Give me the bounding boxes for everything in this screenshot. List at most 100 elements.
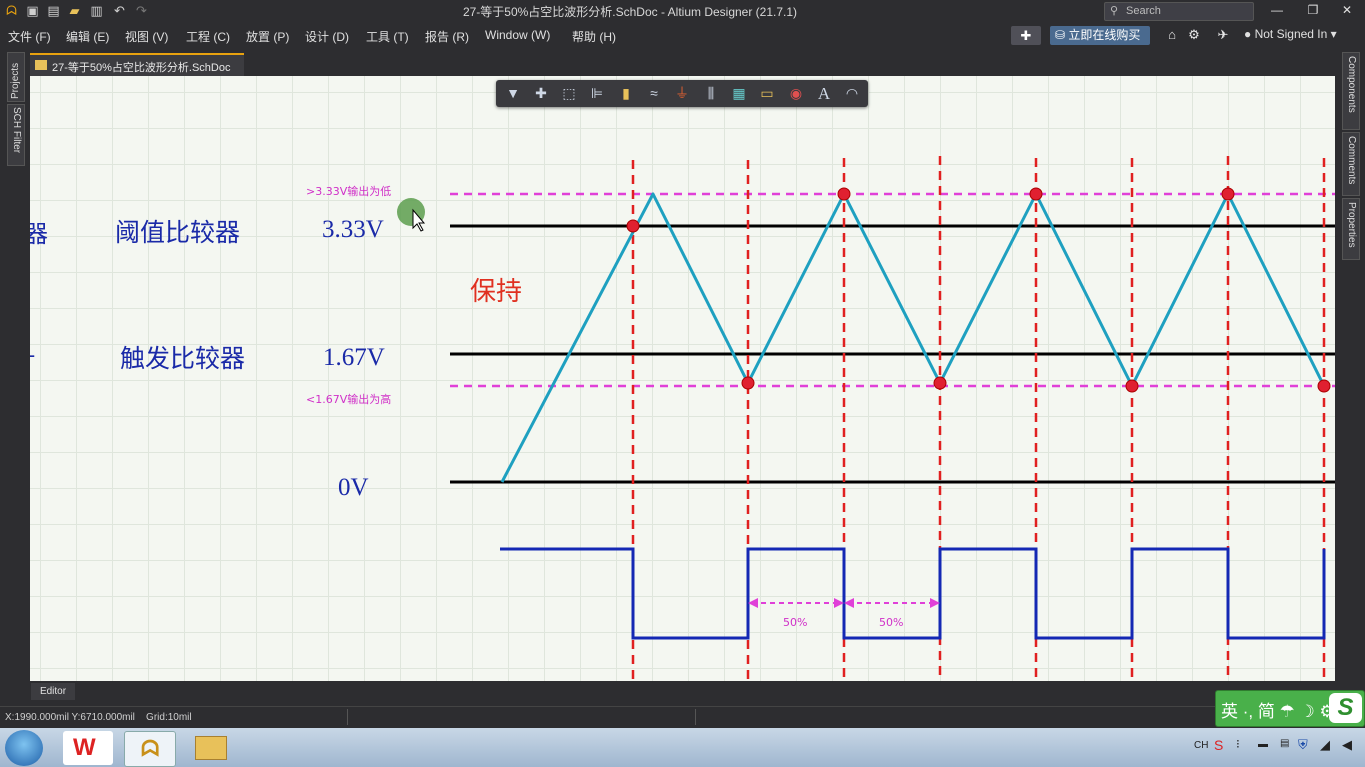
- intersection-marker: [1125, 379, 1139, 393]
- net-label-icon[interactable]: ▭: [757, 84, 777, 103]
- menu-file[interactable]: 文件 (F): [8, 28, 51, 45]
- notifications-icon[interactable]: ✈: [1215, 27, 1231, 43]
- buy-online-label: 立即在线购买: [1068, 28, 1141, 42]
- menu-bar: 文件 (F) 编辑 (E) 视图 (V) 工程 (C) 放置 (P) 设计 (D…: [0, 22, 1365, 48]
- wire-icon[interactable]: ≈: [644, 84, 664, 103]
- menu-tools[interactable]: 工具 (T): [366, 28, 409, 45]
- intersection-marker: [1029, 187, 1043, 201]
- ime-tray-icon[interactable]: ⁝: [1236, 737, 1240, 751]
- duty-cycle-label: 50%: [879, 616, 903, 629]
- maximize-button[interactable]: ❐: [1300, 2, 1326, 19]
- voltage-label-low: 1.67V: [323, 344, 385, 371]
- sogou-tray-icon[interactable]: S: [1214, 737, 1223, 753]
- altium-taskbar-icon[interactable]: ᗣ: [124, 731, 176, 767]
- status-separator: [347, 709, 348, 725]
- message-button[interactable]: ✚: [1011, 26, 1041, 45]
- menu-window[interactable]: Window (W): [485, 28, 550, 42]
- shield-icon[interactable]: ⛨: [1298, 737, 1308, 753]
- threshold-comparator-label: 阈值比较器: [115, 218, 240, 247]
- intersection-marker: [933, 376, 947, 390]
- user-label: Not Signed In: [1254, 27, 1328, 41]
- output-square-waveform: [500, 547, 1326, 640]
- menu-design[interactable]: 设计 (D): [305, 28, 349, 45]
- schematic-file-icon: [35, 60, 47, 70]
- align-icon[interactable]: ⊫: [587, 84, 607, 103]
- hold-label: 保持: [470, 277, 522, 307]
- close-button[interactable]: ✕: [1334, 2, 1360, 19]
- cut-off-label: 器: [30, 220, 48, 248]
- explorer-taskbar-icon[interactable]: [185, 731, 235, 765]
- window-title: 27-等于50%占空比波形分析.SchDoc - Altium Designer…: [462, 5, 798, 19]
- gear-icon[interactable]: ⚙: [1186, 27, 1202, 43]
- system-tray: CH S ⁝ ▬ ▤ ⛨ ◢ ◀: [1180, 728, 1365, 767]
- keyboard-icon[interactable]: ▬: [1258, 739, 1268, 750]
- input-method-bar[interactable]: 英 ·, 简 ☂ ☽ ⚙ S: [1215, 690, 1365, 727]
- move-icon[interactable]: ✚: [531, 84, 551, 103]
- intersection-marker: [626, 219, 640, 233]
- cursor-coordinates: X:1990.000mil Y:6710.000mil: [5, 712, 135, 723]
- panel-tab-label: Comments: [1346, 136, 1357, 185]
- buy-online-button[interactable]: ⛁ 立即在线购买: [1050, 26, 1150, 45]
- minimize-button[interactable]: —: [1264, 2, 1290, 19]
- transition-markers: [631, 156, 1326, 681]
- search-input[interactable]: ⚲ Search: [1104, 2, 1254, 21]
- sogou-logo-icon: S: [1329, 693, 1362, 723]
- place-part-icon[interactable]: ▮: [616, 84, 636, 103]
- grid-size: Grid:10mil: [146, 712, 192, 723]
- arc-icon[interactable]: ◠: [842, 84, 862, 103]
- schematic-drawing: 器 - 阈值比较器 触发比较器 3.33V 1.67V 0V >3.33V输出为…: [30, 156, 1335, 681]
- select-rect-icon[interactable]: ⬚: [559, 84, 579, 103]
- clipboard-icon[interactable]: ▤: [1280, 738, 1289, 749]
- panel-tab-projects[interactable]: Projects: [7, 52, 25, 102]
- bus-icon[interactable]: ⫼: [701, 84, 721, 103]
- menu-edit[interactable]: 编辑 (E): [66, 28, 109, 45]
- panel-tab-label: Components: [1346, 56, 1357, 113]
- search-placeholder: Search: [1126, 5, 1161, 17]
- menu-view[interactable]: 视图 (V): [125, 28, 168, 45]
- language-indicator[interactable]: CH: [1194, 740, 1208, 751]
- active-bar: ▼ ✚ ⬚ ⊫ ▮ ≈ ⏚ ⫼ ▦ ▭ ◉ A ◠: [496, 80, 868, 107]
- schematic-canvas[interactable]: 器 - 阈值比较器 触发比较器 3.33V 1.67V 0V >3.33V输出为…: [30, 76, 1335, 681]
- intersection-marker: [1221, 187, 1235, 201]
- status-coordinates: X:1990.000mil Y:6710.000mil Grid:10mil: [5, 712, 192, 723]
- note-lower-threshold: <1.67V输出为高: [306, 392, 391, 406]
- directive-icon[interactable]: ◉: [786, 84, 806, 103]
- text-icon[interactable]: A: [814, 84, 834, 103]
- menu-project[interactable]: 工程 (C): [186, 28, 230, 45]
- intersection-marker: [837, 187, 851, 201]
- capacitor-voltage-waveform: [500, 192, 1326, 483]
- intersection-marker: [1317, 379, 1331, 393]
- panel-tab-components[interactable]: Components: [1342, 52, 1360, 130]
- altium-icon: ᗣ: [141, 736, 160, 761]
- editor-tab[interactable]: Editor: [31, 683, 75, 700]
- user-menu[interactable]: ● Not Signed In ▾: [1244, 27, 1337, 41]
- power-port-icon[interactable]: ⏚: [672, 84, 692, 103]
- panel-tab-label: SCH Filter: [11, 107, 22, 154]
- panel-tab-properties[interactable]: Properties: [1342, 198, 1360, 260]
- voltage-label-zero: 0V: [338, 474, 369, 501]
- document-tab-label: 27-等于50%占空比波形分析.SchDoc: [52, 62, 231, 74]
- menu-help[interactable]: 帮助 (H): [572, 28, 616, 45]
- wps-taskbar-icon[interactable]: W: [63, 731, 113, 765]
- harness-icon[interactable]: ▦: [729, 84, 749, 103]
- cut-off-label: -: [30, 343, 35, 367]
- menu-reports[interactable]: 报告 (R): [425, 28, 469, 45]
- home-icon[interactable]: ⌂: [1164, 27, 1180, 43]
- panel-tab-sch-filter[interactable]: SCH Filter: [7, 104, 25, 166]
- folder-icon: [195, 736, 227, 760]
- network-icon[interactable]: ◢: [1320, 737, 1330, 753]
- volume-icon[interactable]: ◀: [1342, 737, 1352, 753]
- voltage-label-high: 3.33V: [322, 216, 384, 243]
- menu-place[interactable]: 放置 (P): [246, 28, 289, 45]
- panel-tab-label: Properties: [1346, 202, 1357, 248]
- user-icon: ●: [1244, 27, 1252, 41]
- chevron-down-icon: ▾: [1330, 27, 1337, 41]
- wps-icon: W: [73, 734, 96, 761]
- document-tab[interactable]: 27-等于50%占空比波形分析.SchDoc: [30, 53, 244, 77]
- status-bar: X:1990.000mil Y:6710.000mil Grid:10mil: [0, 706, 1365, 729]
- panel-tab-label: Projects: [10, 62, 21, 99]
- intersection-markers: [626, 187, 1331, 393]
- start-button[interactable]: [5, 730, 43, 766]
- filter-icon[interactable]: ▼: [503, 84, 523, 103]
- panel-tab-comments[interactable]: Comments: [1342, 132, 1360, 196]
